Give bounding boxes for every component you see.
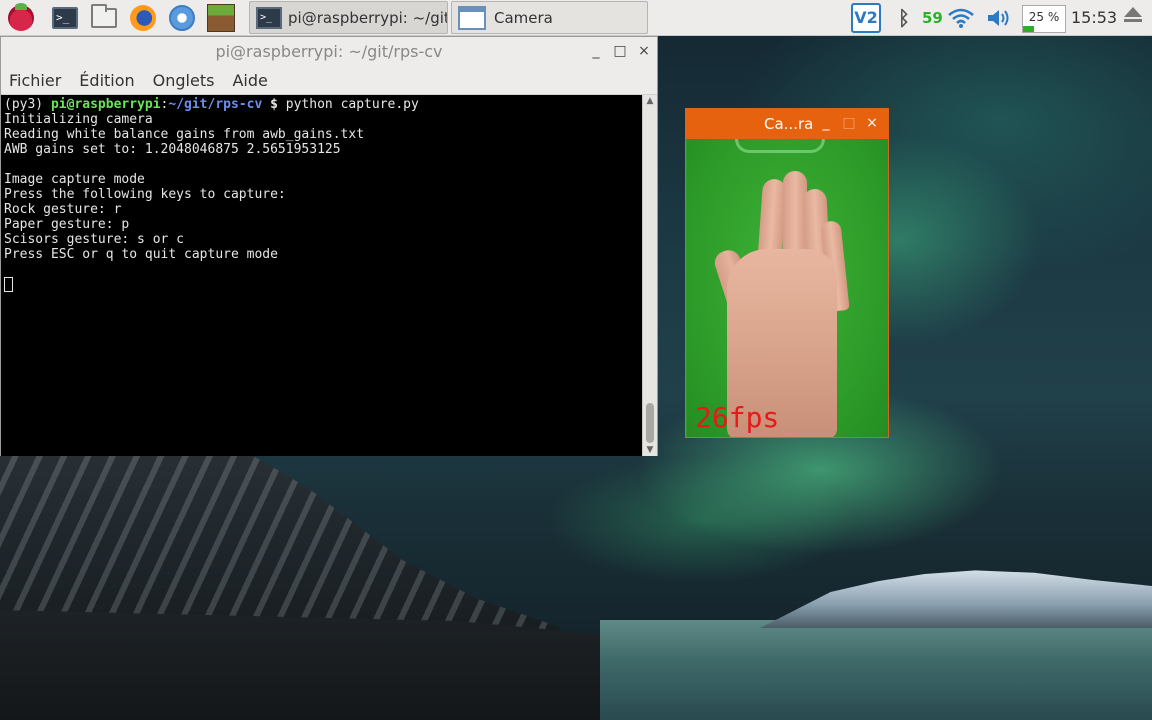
- camera-close-button[interactable]: ×: [862, 109, 882, 139]
- output-line: Rock gesture: r: [4, 202, 122, 217]
- task-terminal[interactable]: >_ pi@raspberrypi: ~/git: [249, 1, 448, 34]
- output-line: Reading white balance gains from awb_gai…: [4, 127, 365, 142]
- wallpaper-lake: [600, 620, 1152, 720]
- camera-window: Ca...ra _ □ × 26fps: [685, 108, 889, 438]
- battery-level-fill: [1023, 26, 1034, 32]
- scrollbar-thumb[interactable]: [646, 403, 654, 443]
- eject-icon: [1124, 7, 1142, 22]
- output-line: Press the following keys to capture:: [4, 187, 286, 202]
- terminal-close-button[interactable]: ×: [633, 37, 655, 67]
- vnc-icon: V2: [851, 3, 881, 33]
- task-camera[interactable]: Camera: [451, 1, 648, 34]
- output-line: AWB gains set to: 1.2048046875 2.5651953…: [4, 142, 341, 157]
- taskbar: >_ >_ pi@raspberrypi: ~/git Camera V2 ᛒ …: [0, 0, 1152, 36]
- terminal-title: pi@raspberrypi: ~/git/rps-cv: [215, 42, 443, 61]
- camera-titlebar[interactable]: Ca...ra _ □ ×: [686, 109, 888, 139]
- menu-onglets[interactable]: Onglets: [153, 71, 215, 90]
- camera-overlay-shape: [735, 139, 825, 153]
- cpu-monitor[interactable]: 59: [922, 9, 943, 27]
- output-line: Paper gesture: p: [4, 217, 130, 232]
- menu-aide[interactable]: Aide: [232, 71, 267, 90]
- wifi-tray-button[interactable]: [946, 3, 976, 33]
- terminal-scrollbar[interactable]: ▲ ▼: [642, 95, 657, 456]
- camera-maximize-button[interactable]: □: [839, 109, 859, 139]
- terminal-window: pi@raspberrypi: ~/git/rps-cv _ □ × Fichi…: [0, 36, 658, 456]
- battery-indicator[interactable]: 25 %: [1022, 5, 1066, 33]
- file-manager-launcher[interactable]: [89, 3, 119, 33]
- chromium-launcher[interactable]: [167, 3, 197, 33]
- eject-button[interactable]: [1120, 6, 1146, 32]
- firefox-icon: [130, 5, 156, 31]
- terminal-icon: >_: [52, 7, 78, 29]
- menu-fichier[interactable]: Fichier: [9, 71, 61, 90]
- fps-counter: 26fps: [695, 401, 780, 434]
- battery-label: 25 %: [1028, 10, 1060, 24]
- task-terminal-label: pi@raspberrypi: ~/git: [288, 8, 448, 27]
- prompt-command: python capture.py: [285, 97, 419, 112]
- task-camera-label: Camera: [494, 8, 553, 27]
- cursor-line: [4, 277, 643, 292]
- scroll-up-arrow-icon[interactable]: ▲: [643, 96, 657, 106]
- wifi-icon: [948, 8, 974, 28]
- terminal-cursor: [4, 277, 13, 292]
- chromium-icon: [169, 5, 195, 31]
- bluetooth-tray-button[interactable]: ᛒ: [889, 3, 919, 33]
- output-line: Press ESC or q to quit capture mode: [4, 247, 278, 262]
- terminal-menubar: Fichier Édition Onglets Aide: [1, 67, 657, 95]
- prompt-path: ~/git/rps-cv: [168, 97, 263, 112]
- terminal-maximize-button[interactable]: □: [609, 37, 631, 67]
- raspberry-menu-button[interactable]: [6, 3, 36, 33]
- prompt-symbol: $: [262, 97, 286, 112]
- bluetooth-icon: ᛒ: [898, 6, 910, 30]
- menu-edition[interactable]: Édition: [79, 71, 134, 90]
- terminal-launcher[interactable]: >_: [50, 3, 80, 33]
- output-line: Scisors gesture: s or c: [4, 232, 185, 247]
- camera-title: Ca...ra: [764, 115, 814, 133]
- terminal-icon: >_: [256, 6, 282, 29]
- output-line: Initializing camera: [4, 112, 153, 127]
- prompt-line: (py3) pi@raspberrypi:~/git/rps-cv $ pyth…: [4, 97, 643, 112]
- terminal-minimize-button[interactable]: _: [585, 37, 607, 67]
- terminal-output[interactable]: (py3) pi@raspberrypi:~/git/rps-cv $ pyth…: [1, 95, 643, 456]
- terminal-titlebar[interactable]: pi@raspberrypi: ~/git/rps-cv _ □ ×: [1, 37, 657, 67]
- folder-icon: [91, 4, 117, 28]
- minecraft-icon: [207, 4, 235, 32]
- prompt-env: (py3): [4, 97, 51, 112]
- volume-icon: [988, 10, 1009, 26]
- firefox-launcher[interactable]: [128, 3, 158, 33]
- camera-feed: 26fps: [687, 139, 888, 437]
- volume-tray-button[interactable]: [984, 3, 1014, 33]
- scroll-down-arrow-icon[interactable]: ▼: [643, 445, 657, 455]
- output-line: Image capture mode: [4, 172, 145, 187]
- vnc-tray-button[interactable]: V2: [851, 3, 881, 33]
- window-icon: [458, 5, 486, 30]
- prompt-user: pi@raspberrypi: [50, 97, 161, 112]
- minecraft-launcher[interactable]: [206, 3, 236, 33]
- raspberry-pi-icon: [8, 3, 34, 31]
- clock[interactable]: 15:53: [1071, 8, 1117, 27]
- camera-minimize-button[interactable]: _: [816, 109, 836, 139]
